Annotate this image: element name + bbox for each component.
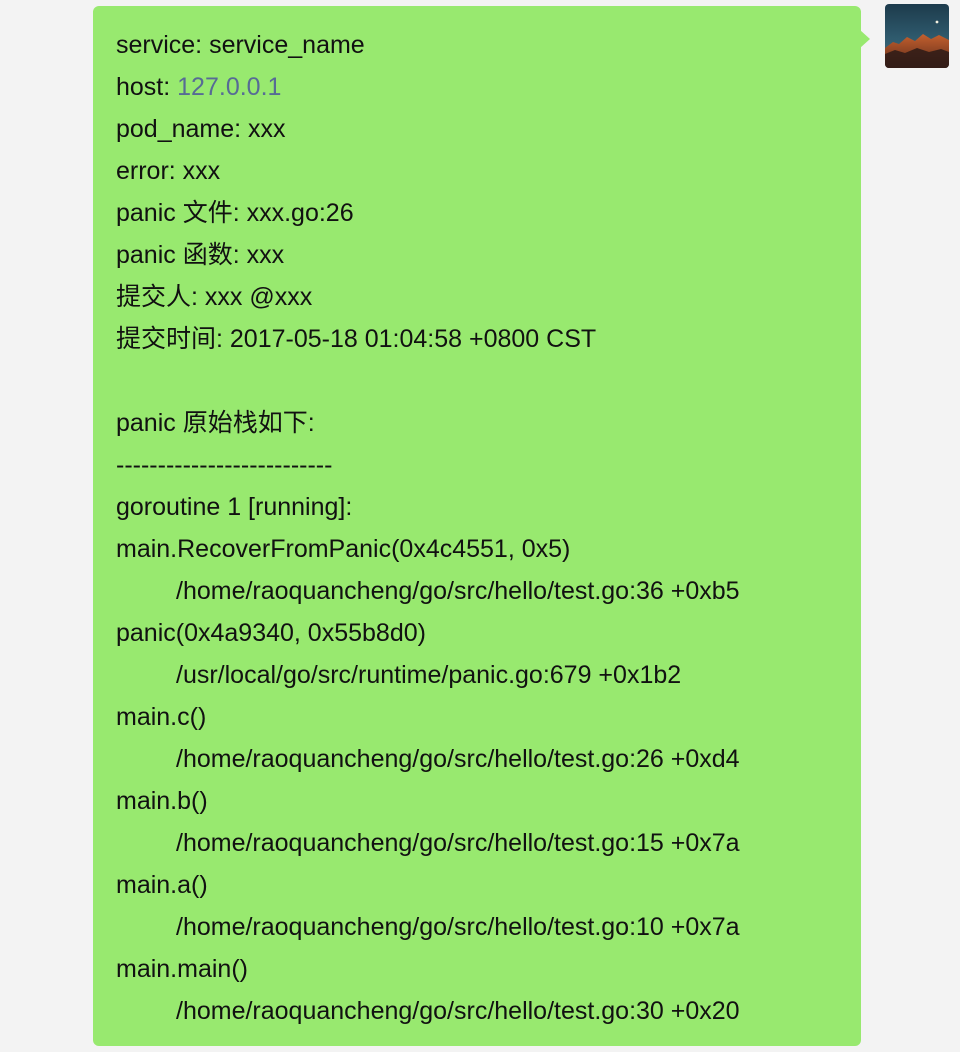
stack-line: main.c(): [116, 703, 207, 731]
stack-line: main.main(): [116, 955, 248, 983]
stack-line-path: /home/raoquancheng/go/src/hello/test.go:…: [176, 577, 740, 605]
message-line-blank: [116, 366, 861, 408]
host-ip-link[interactable]: 127.0.0.1: [177, 73, 281, 101]
message-line-divider: --------------------------: [116, 451, 333, 479]
bubble-tail: [860, 30, 870, 48]
avatar[interactable]: [885, 4, 949, 68]
stack-line-path: /usr/local/go/src/runtime/panic.go:679 +…: [176, 661, 682, 689]
stack-line: main.b(): [116, 787, 208, 815]
message-bubble[interactable]: service: service_name host: 127.0.0.1 po…: [93, 6, 870, 1046]
message-line: 提交人: xxx @xxx: [116, 283, 313, 311]
stack-line-path: /home/raoquancheng/go/src/hello/test.go:…: [176, 829, 740, 857]
message-line: panic 原始栈如下:: [116, 409, 315, 437]
message-line: panic 函数: xxx: [116, 241, 285, 269]
stack-line: goroutine 1 [running]:: [116, 493, 353, 521]
stack-line-path: /home/raoquancheng/go/src/hello/test.go:…: [176, 913, 740, 941]
stack-line-path: /home/raoquancheng/go/src/hello/test.go:…: [176, 745, 740, 773]
message-line: service: service_name: [116, 31, 365, 59]
message-line: 提交时间: 2017-05-18 01:04:58 +0800 CST: [116, 325, 597, 353]
host-label: host:: [116, 73, 178, 101]
message-line: error: xxx: [116, 157, 221, 185]
chat-message-row: service: service_name host: 127.0.0.1 po…: [0, 0, 960, 1052]
stack-line-path: /home/raoquancheng/go/src/hello/test.go:…: [176, 997, 740, 1025]
message-text: service: service_name host: 127.0.0.1 po…: [116, 30, 861, 1038]
landscape-avatar-icon: [885, 4, 949, 68]
stack-line: main.RecoverFromPanic(0x4c4551, 0x5): [116, 535, 571, 563]
stack-line: panic(0x4a9340, 0x55b8d0): [116, 619, 426, 647]
message-line-host: host: 127.0.0.1: [116, 72, 861, 114]
stack-line: main.a(): [116, 871, 208, 899]
message-line: panic 文件: xxx.go:26: [116, 199, 354, 227]
message-line: pod_name: xxx: [116, 115, 286, 143]
